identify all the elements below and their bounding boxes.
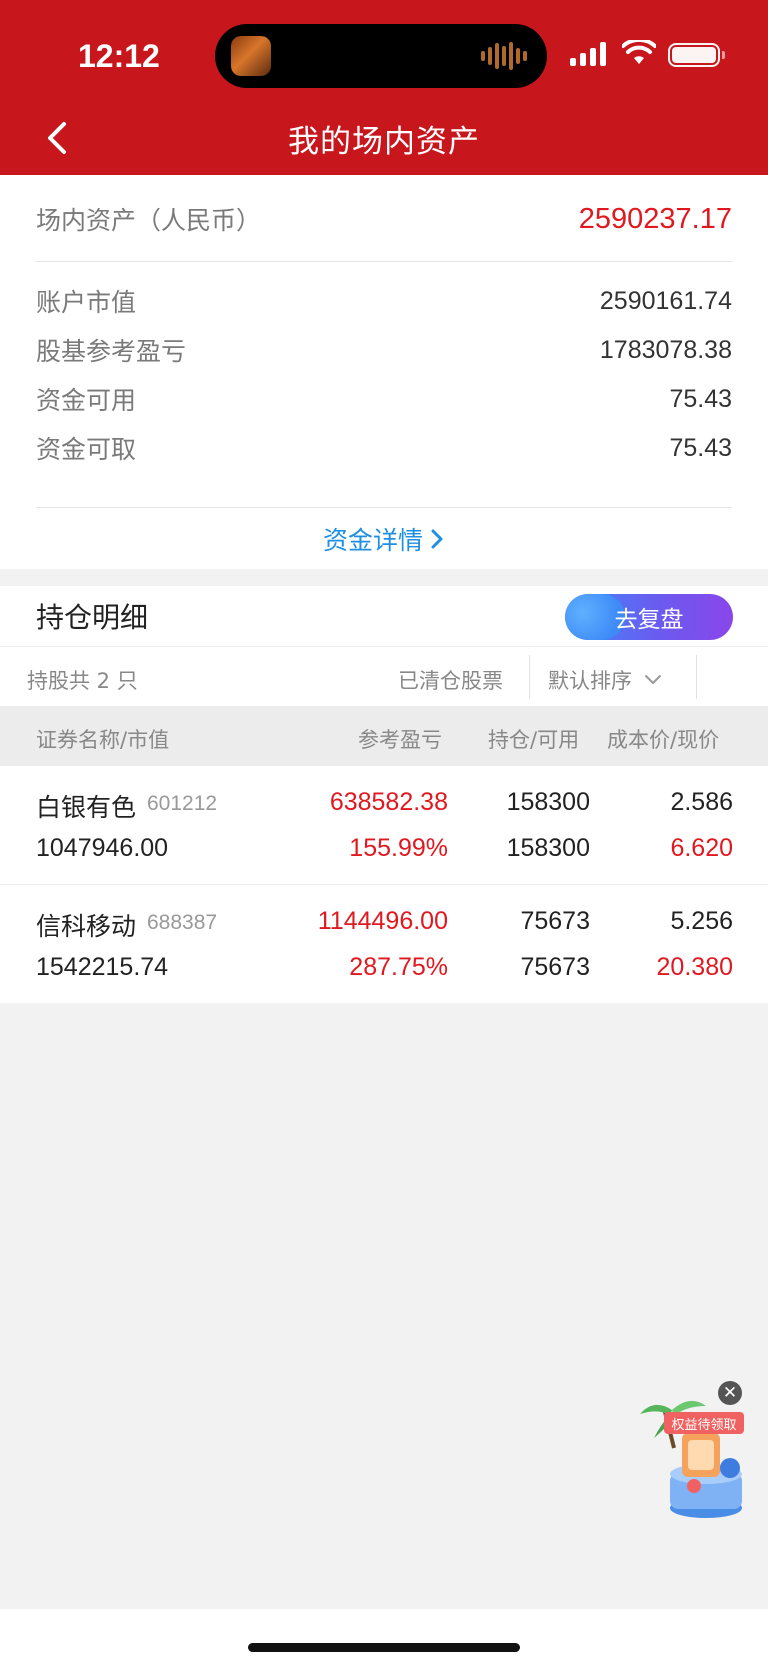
fund-detail-link[interactable]: 资金详情 — [0, 519, 768, 559]
stock-available: 75673 — [520, 953, 590, 981]
stock-position: 75673 — [520, 907, 590, 935]
asset-row-value: 75.43 — [669, 384, 732, 413]
dynamic-island — [215, 24, 547, 88]
holdings-count: 持股共 2 只 — [27, 669, 138, 693]
audio-wave-icon — [481, 42, 527, 70]
status-time: 12:12 — [78, 38, 160, 74]
fund-detail-label: 资金详情 — [322, 526, 423, 555]
table-row[interactable]: 白银有色 601212 1047946.00 638582.38 155.99%… — [0, 766, 768, 884]
asset-row-value: 75.43 — [669, 433, 732, 462]
wifi-icon — [622, 40, 656, 64]
stock-name: 白银有色 — [36, 793, 137, 822]
top-bar: 12:12 我的场内资产 — [0, 0, 768, 175]
column-header-pnl: 参考盈亏 — [358, 728, 442, 752]
asset-row-pnl: 股基参考盈亏 1783078.38 — [36, 330, 732, 370]
stock-cost: 2.586 — [670, 788, 733, 816]
divider — [36, 261, 732, 262]
stock-pnl: 638582.38 — [329, 788, 448, 816]
column-header-name: 证券名称/市值 — [36, 728, 170, 752]
asset-total-value: 2590237.17 — [578, 202, 732, 235]
column-header-position: 持仓/可用 — [488, 728, 580, 752]
stock-name: 信科移动 — [36, 912, 137, 941]
stock-available: 158300 — [506, 834, 590, 862]
cleared-stocks-link[interactable]: 已清仓股票 — [398, 665, 503, 695]
sort-dropdown[interactable]: 默认排序 — [548, 665, 662, 695]
asset-row-value: 2590161.74 — [599, 286, 732, 315]
stock-price: 6.620 — [670, 834, 733, 862]
chevron-right-icon — [431, 529, 443, 549]
review-button[interactable]: 去复盘 — [565, 594, 733, 640]
asset-summary-card: 场内资产（人民币） 2590237.17 账户市值 2590161.74 股基参… — [0, 175, 768, 569]
home-bar — [0, 1609, 768, 1669]
asset-total-label: 场内资产（人民币） — [36, 206, 262, 235]
stock-position: 158300 — [506, 788, 590, 816]
divider — [696, 655, 697, 699]
stock-market-value: 1542215.74 — [36, 953, 169, 981]
stock-pnl-pct: 155.99% — [349, 834, 448, 862]
asset-row-label: 资金可取 — [36, 435, 137, 464]
close-icon[interactable]: ✕ — [718, 1381, 742, 1405]
asset-row-value: 1783078.38 — [599, 335, 732, 364]
battery-icon — [668, 43, 725, 67]
stock-market-value: 1047946.00 — [36, 834, 169, 862]
divider — [529, 655, 530, 699]
sort-label: 默认排序 — [548, 669, 632, 693]
column-header-price: 成本价/现价 — [607, 728, 720, 752]
stock-code: 688387 — [147, 911, 218, 934]
divider — [36, 507, 732, 508]
status-bar: 12:12 — [0, 0, 768, 110]
home-indicator[interactable] — [248, 1643, 520, 1652]
stock-price: 20.380 — [656, 953, 733, 981]
holdings-table-header: 证券名称/市值 参考盈亏 持仓/可用 成本价/现价 — [0, 706, 768, 766]
promo-tag: 权益待领取 — [664, 1412, 744, 1434]
asset-total-row: 场内资产（人民币） 2590237.17 — [36, 199, 732, 239]
stock-pnl: 1144496.00 — [317, 907, 448, 935]
stock-pnl-pct: 287.75% — [349, 953, 448, 981]
page-title: 我的场内资产 — [288, 124, 480, 160]
asset-row-label: 股基参考盈亏 — [36, 337, 187, 366]
holdings-title: 持仓明细 — [36, 601, 149, 634]
signal-icon — [570, 42, 606, 66]
chevron-down-icon — [645, 675, 661, 684]
asset-row-market-value: 账户市值 2590161.74 — [36, 281, 732, 321]
asset-row-cash-available: 资金可用 75.43 — [36, 379, 732, 419]
asset-row-cash-withdrawable: 资金可取 75.43 — [36, 428, 732, 468]
holdings-header: 持仓明细 去复盘 — [0, 586, 768, 646]
asset-row-label: 账户市值 — [36, 288, 137, 317]
stock-code: 601212 — [147, 792, 218, 815]
app-activity-icon — [231, 36, 271, 76]
review-button-label: 去复盘 — [614, 607, 684, 633]
stock-cost: 5.256 — [670, 907, 733, 935]
holdings-filter-bar: 持股共 2 只 已清仓股票 默认排序 — [0, 646, 768, 706]
asset-row-label: 资金可用 — [36, 386, 137, 415]
table-row[interactable]: 信科移动 688387 1542215.74 1144496.00 287.75… — [0, 885, 768, 1003]
